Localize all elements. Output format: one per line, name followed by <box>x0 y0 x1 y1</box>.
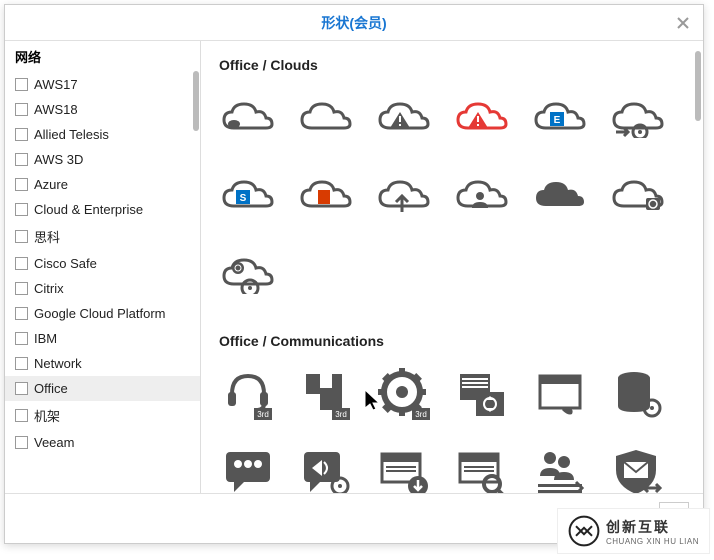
sidebar-item-allied-telesis[interactable]: Allied Telesis <box>5 122 200 147</box>
checkbox-icon[interactable] <box>15 307 28 320</box>
cloud-gear-arrow-icon[interactable] <box>609 89 667 147</box>
headset-3rd-icon[interactable]: 3rd <box>219 365 277 423</box>
checkbox-icon[interactable] <box>15 409 28 422</box>
checkbox-icon[interactable] <box>15 78 28 91</box>
close-button[interactable] <box>673 13 693 33</box>
checkbox-icon[interactable] <box>15 382 28 395</box>
checkbox-icon[interactable] <box>15 357 28 370</box>
checkbox-icon[interactable] <box>15 153 28 166</box>
dialog-body: 网络 AWS17 AWS18 Allied Telesis AWS 3D Azure Cl… <box>5 41 703 493</box>
cloud-empty-icon[interactable] <box>297 89 355 147</box>
svg-text:3rd: 3rd <box>335 410 347 419</box>
checkbox-icon[interactable] <box>15 203 28 216</box>
gear-3rd-icon[interactable]: 3rd <box>375 365 433 423</box>
envelope-search-icon[interactable] <box>453 443 511 493</box>
sidebar-item-label: AWS17 <box>34 77 78 92</box>
sidebar-item-aws18[interactable]: AWS18 <box>5 97 200 122</box>
sidebar-scrollbar[interactable] <box>193 71 199 131</box>
sidebar-item-label: 思科 <box>34 227 60 246</box>
svg-text:3rd: 3rd <box>257 410 269 419</box>
sidebar-item-office[interactable]: Office <box>5 376 200 401</box>
database-gear-icon[interactable] <box>609 365 667 423</box>
main-scrollbar[interactable] <box>695 51 701 121</box>
sidebar-item-label: Citrix <box>34 281 64 296</box>
sidebar: 网络 AWS17 AWS18 Allied Telesis AWS 3D Azure Cl… <box>5 41 201 493</box>
watermark-brand-cn: 创新互联 <box>606 517 699 537</box>
icon-grid: E S <box>219 89 685 303</box>
cloud-globe-icon[interactable] <box>609 167 667 225</box>
checkbox-icon[interactable] <box>15 436 28 449</box>
svg-text:3rd: 3rd <box>415 410 427 419</box>
cloud-exchange-icon[interactable]: E <box>531 89 589 147</box>
sidebar-item-aws-3d[interactable]: AWS 3D <box>5 147 200 172</box>
sidebar-item-label: Office <box>34 381 68 396</box>
watermark: 创新互联 CHUANG XIN HU LIAN <box>557 508 710 554</box>
cloud-sharepoint-icon[interactable]: S <box>219 167 277 225</box>
checkbox-icon[interactable] <box>15 103 28 116</box>
close-icon <box>677 17 689 29</box>
section-title: Office / Clouds <box>219 57 685 73</box>
sidebar-item-label: Cisco Safe <box>34 256 97 271</box>
sidebar-item--[interactable]: 机架 <box>5 401 200 430</box>
sidebar-item-google-cloud-platform[interactable]: Google Cloud Platform <box>5 301 200 326</box>
sidebar-item--[interactable]: 思科 <box>5 222 200 251</box>
sidebar-item-label: Azure <box>34 177 68 192</box>
watermark-logo-icon <box>568 515 600 547</box>
squares-3rd-icon[interactable]: 3rd <box>297 365 355 423</box>
sidebar-item-label: IBM <box>34 331 57 346</box>
sidebar-item-label: 机架 <box>34 406 60 425</box>
cloud-outline-icon[interactable] <box>219 89 277 147</box>
shapes-dialog: 形状(会员) 网络 AWS17 AWS18 Allied Telesis AWS 3D… <box>4 4 704 544</box>
cloud-upload-icon[interactable] <box>375 167 433 225</box>
checkbox-icon[interactable] <box>15 128 28 141</box>
sidebar-item-cloud-enterprise[interactable]: Cloud & Enterprise <box>5 197 200 222</box>
sidebar-header: 网络 <box>5 41 200 72</box>
svg-text:S: S <box>240 193 247 204</box>
sidebar-item-network[interactable]: Network <box>5 351 200 376</box>
sidebar-item-label: AWS18 <box>34 102 78 117</box>
cloud-user-icon[interactable] <box>453 167 511 225</box>
sidebar-item-label: AWS 3D <box>34 152 83 167</box>
sidebar-item-cisco-safe[interactable]: Cisco Safe <box>5 251 200 276</box>
checkbox-icon[interactable] <box>15 230 28 243</box>
sidebar-item-azure[interactable]: Azure <box>5 172 200 197</box>
envelope-down-icon[interactable] <box>375 443 433 493</box>
chat-users-icon[interactable] <box>219 443 277 493</box>
sidebar-item-ibm[interactable]: IBM <box>5 326 200 351</box>
dialog-title: 形状(会员) <box>321 13 386 33</box>
checkbox-icon[interactable] <box>15 332 28 345</box>
cloud-warning-icon[interactable] <box>375 89 433 147</box>
title-bar: 形状(会员) <box>5 5 703 41</box>
megaphone-gear-icon[interactable] <box>297 443 355 493</box>
sidebar-item-veeam[interactable]: Veeam <box>5 430 200 455</box>
cloud-office-icon[interactable] <box>297 167 355 225</box>
sidebar-item-label: Network <box>34 356 82 371</box>
windows-sync-icon[interactable] <box>453 365 511 423</box>
cloud-filled-icon[interactable] <box>531 167 589 225</box>
sidebar-item-label: Google Cloud Platform <box>34 306 166 321</box>
sidebar-item-aws17[interactable]: AWS17 <box>5 72 200 97</box>
sidebar-item-label: Allied Telesis <box>34 127 109 142</box>
shield-envelope-icon[interactable] <box>609 443 667 493</box>
users-lines-icon[interactable] <box>531 443 589 493</box>
sidebar-item-citrix[interactable]: Citrix <box>5 276 200 301</box>
phone-window-icon[interactable] <box>531 365 589 423</box>
main-panel: Office / Clouds E S Office / Communicati… <box>201 41 703 493</box>
sidebar-item-label: Veeam <box>34 435 74 450</box>
checkbox-icon[interactable] <box>15 257 28 270</box>
checkbox-icon[interactable] <box>15 178 28 191</box>
cloud-globe-gear-icon[interactable] <box>219 245 277 303</box>
sidebar-item-label: Cloud & Enterprise <box>34 202 143 217</box>
checkbox-icon[interactable] <box>15 282 28 295</box>
icon-grid: 3rd 3rd 3rd <box>219 365 685 493</box>
cloud-alert-red-icon[interactable] <box>453 89 511 147</box>
section-title: Office / Communications <box>219 333 685 349</box>
watermark-brand-en: CHUANG XIN HU LIAN <box>606 537 699 546</box>
svg-text:E: E <box>554 115 561 126</box>
